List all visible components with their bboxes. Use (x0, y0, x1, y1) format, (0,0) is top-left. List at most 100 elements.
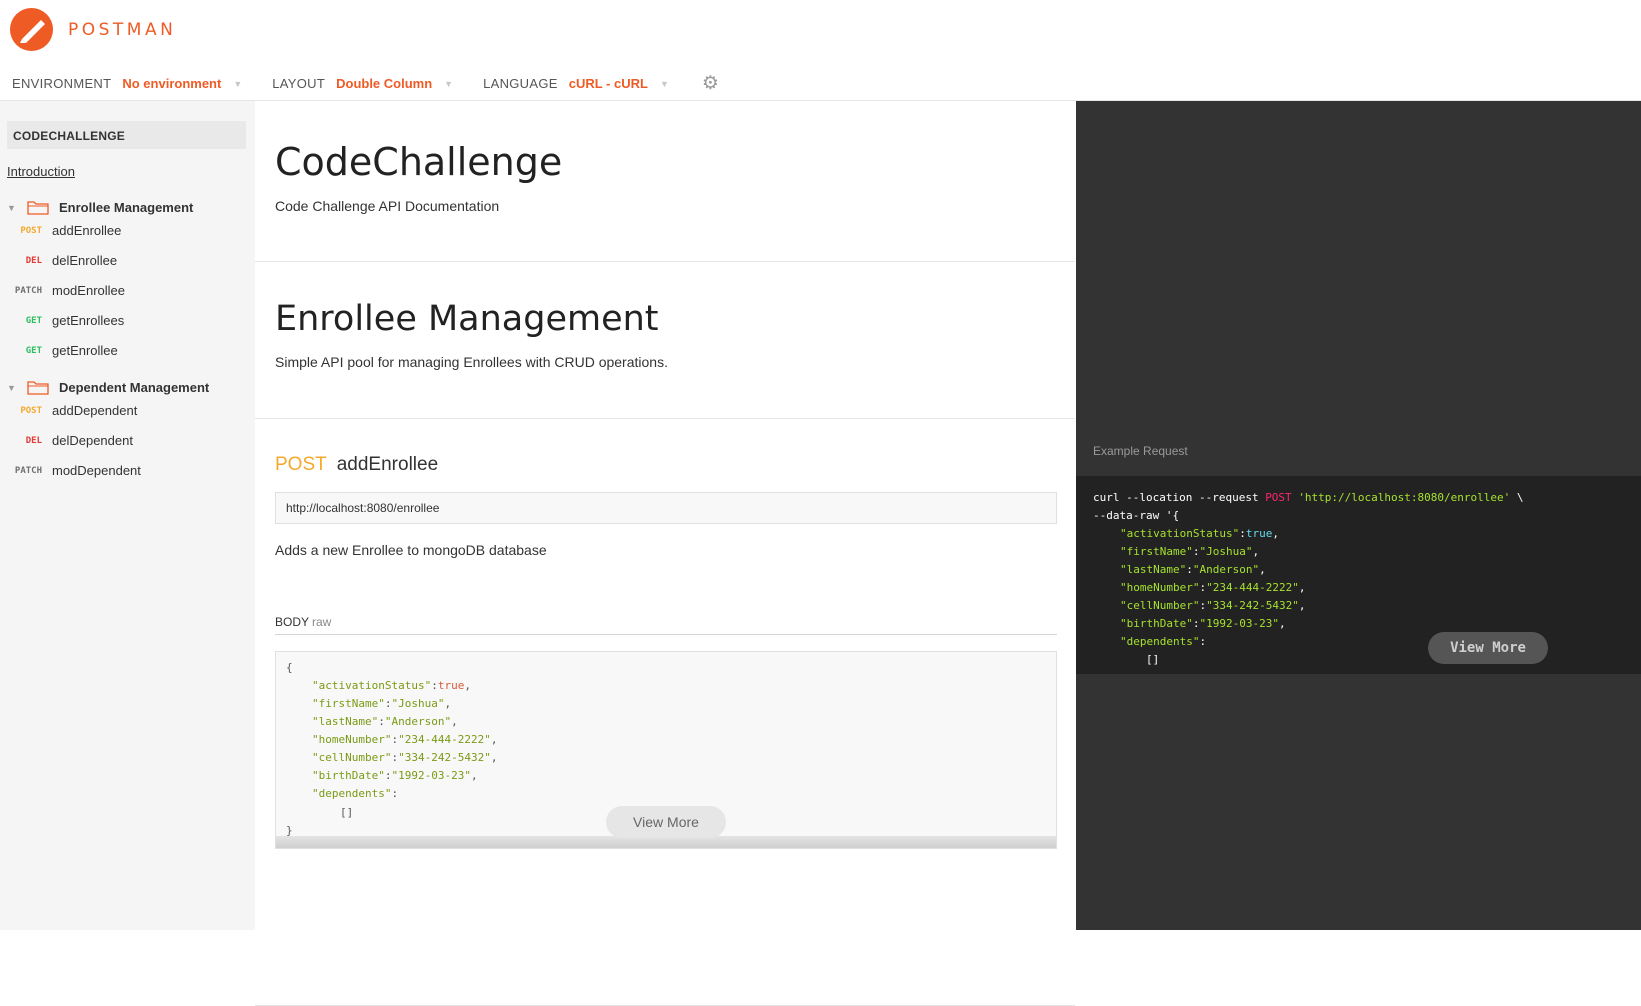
gear-icon[interactable]: ⚙ (702, 74, 719, 93)
method-badge: POST (20, 405, 42, 416)
request-url[interactable]: http://localhost:8080/enrollee (275, 492, 1057, 524)
request-label: addEnrollee (52, 223, 122, 238)
request-label: getEnrollees (52, 313, 125, 328)
documentation-controls: ENVIRONMENT No environment ▼ LAYOUT Doub… (12, 74, 719, 93)
code-key: "activationStatus" (312, 679, 432, 692)
body-mode: raw (312, 615, 332, 629)
body-label-text: BODY (275, 615, 310, 629)
sidebar: CODECHALLENGE Introduction ▼ Enrollee Ma… (0, 101, 255, 930)
code-brace-open: { (286, 661, 293, 674)
view-more-button[interactable]: View More (606, 806, 726, 838)
sidebar-item-modDependent[interactable]: PATCH modDependent (0, 463, 141, 478)
code-line: "homeNumber":"234-444-2222", (312, 733, 498, 746)
sidebar-item-modEnrollee[interactable]: PATCH modEnrollee (0, 283, 125, 298)
method-badge: PATCH (14, 285, 42, 296)
view-more-button[interactable]: View More (1428, 632, 1548, 664)
code-line: "homeNumber":"234-444-2222", (1120, 581, 1306, 594)
example-panel: Example Request curl --location --reques… (1076, 101, 1641, 930)
code-line: "lastName":"Anderson", (1120, 563, 1266, 576)
method-badge: GET (25, 345, 42, 356)
postman-logo-icon (10, 8, 53, 51)
request-method: POST (275, 454, 327, 475)
caret-down-icon[interactable]: ▼ (7, 383, 19, 393)
request-label: delDependent (52, 433, 133, 448)
body-label: BODY raw (275, 615, 331, 629)
code-line: "birthDate":"1992-03-23", (312, 769, 478, 782)
brand-name: POSTMAN (68, 19, 177, 40)
environment-label: ENVIRONMENT (12, 76, 112, 91)
code-value: [] (1146, 653, 1160, 666)
sidebar-item-delEnrollee[interactable]: DEL delEnrollee (0, 253, 117, 268)
layout-value[interactable]: Double Column (336, 76, 432, 91)
method-badge: POST (20, 225, 42, 236)
code-line: "dependents": (312, 787, 399, 800)
code-line: "firstName":"Joshua", (1120, 545, 1260, 558)
language-value[interactable]: cURL - cURL (569, 76, 648, 91)
request-label: modDependent (52, 463, 141, 478)
request-label: delEnrollee (52, 253, 118, 268)
request-label: modEnrollee (52, 283, 125, 298)
sidebar-folder-dependent-management[interactable]: ▼ Dependent Management (7, 380, 209, 395)
environment-selector[interactable]: ENVIRONMENT No environment ▼ (12, 76, 242, 91)
divider (275, 634, 1057, 635)
code-key: "firstName" (312, 697, 385, 710)
environment-value[interactable]: No environment (122, 76, 221, 91)
request-name: addEnrollee (336, 454, 439, 475)
code-line: "activationStatus":true, (1120, 527, 1279, 540)
sidebar-item-delDependent[interactable]: DEL delDependent (0, 433, 133, 448)
code-value: "Joshua" (391, 697, 445, 710)
collection-title[interactable]: CODECHALLENGE (7, 121, 246, 149)
code-line: "dependents": (1120, 635, 1207, 648)
top-bar: POSTMAN ENVIRONMENT No environment ▼ LAY… (0, 0, 1641, 101)
chevron-down-icon[interactable]: ▼ (233, 79, 242, 89)
code-line: "firstName":"Joshua", (312, 697, 452, 710)
folder-section (255, 262, 1075, 419)
code-key: "cellNumber" (312, 751, 392, 764)
layout-label: LAYOUT (272, 76, 326, 91)
chevron-down-icon[interactable]: ▼ (444, 79, 453, 89)
sidebar-item-introduction[interactable]: Introduction (7, 164, 75, 179)
caret-down-icon[interactable]: ▼ (7, 203, 19, 213)
curl-line: curl --location --request POST 'http://l… (1093, 491, 1524, 504)
page-title: CodeChallenge (275, 140, 563, 184)
code-key: "dependents" (312, 787, 392, 800)
data-raw-line: --data-raw '{ (1093, 509, 1180, 522)
postman-logo[interactable]: POSTMAN (10, 8, 176, 51)
code-line: "cellNumber":"334-242-5432", (312, 751, 498, 764)
code-value: true (437, 679, 465, 692)
language-label: LANGUAGE (483, 76, 558, 91)
sidebar-folder-enrollee-management[interactable]: ▼ Enrollee Management (7, 200, 193, 215)
example-request-label: Example Request (1093, 444, 1188, 458)
code-key: "homeNumber" (312, 733, 392, 746)
page-subtitle: Code Challenge API Documentation (275, 198, 500, 214)
code-line: "cellNumber":"334-242-5432", (1120, 599, 1306, 612)
code-line: "activationStatus":true, (312, 679, 471, 692)
request-title: POST addEnrollee (275, 454, 438, 476)
code-value: [] (340, 806, 354, 819)
sidebar-item-addEnrollee[interactable]: POST addEnrollee (0, 223, 121, 238)
example-request-code[interactable]: curl --location --request POST 'http://l… (1076, 476, 1641, 674)
folder-icon (27, 380, 49, 395)
code-line: "birthDate":"1992-03-23", (1120, 617, 1286, 630)
method-badge: DEL (25, 435, 42, 446)
layout-selector[interactable]: LAYOUT Double Column ▼ (272, 76, 453, 91)
request-description: Adds a new Enrollee to mongoDB database (275, 542, 547, 558)
method-badge: GET (25, 315, 42, 326)
folder-icon (27, 200, 49, 215)
request-label: addDependent (52, 403, 138, 418)
sidebar-item-addDependent[interactable]: POST addDependent (0, 403, 137, 418)
folder-description: Simple API pool for managing Enrollees w… (275, 354, 668, 370)
code-value: "234-444-2222" (398, 733, 491, 746)
code-value: "334-242-5432" (398, 751, 491, 764)
chevron-down-icon[interactable]: ▼ (660, 79, 669, 89)
code-key: "lastName" (312, 715, 379, 728)
code-line: "lastName":"Anderson", (312, 715, 458, 728)
main-content: CodeChallenge Code Challenge API Documen… (255, 101, 1075, 1006)
folder-label: Dependent Management (59, 380, 210, 395)
folder-label: Enrollee Management (59, 200, 194, 215)
method-badge: PATCH (14, 465, 42, 476)
sidebar-item-getEnrollee[interactable]: GET getEnrollee (0, 343, 118, 358)
sidebar-item-getEnrollees[interactable]: GET getEnrollees (0, 313, 125, 328)
language-selector[interactable]: LANGUAGE cURL - cURL ▼ (483, 76, 669, 91)
folder-title: Enrollee Management (275, 299, 659, 339)
